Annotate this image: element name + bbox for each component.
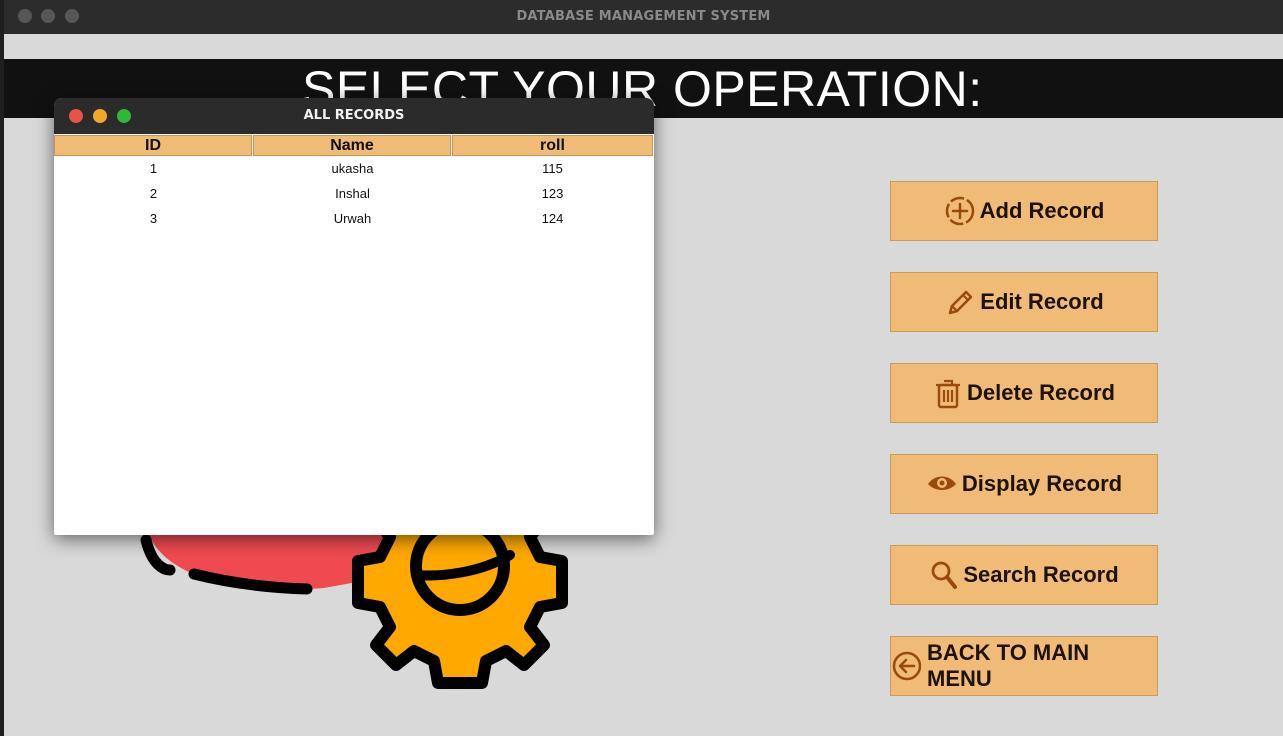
delete-record-label: Delete Record [967,380,1115,405]
column-header-id[interactable]: ID [54,135,252,156]
add-record-button[interactable]: Add Record [890,181,1158,241]
add-record-label: Add Record [979,198,1105,223]
records-window-title: ALL RECORDS [303,108,405,123]
add-circle-icon [944,195,976,227]
magnifier-icon [929,559,959,591]
arrow-left-circle-icon [891,650,923,682]
cell-id: 2 [149,186,158,201]
delete-record-button[interactable]: Delete Record [890,363,1158,423]
back-to-main-menu-button[interactable]: BACK TO MAIN MENU [890,636,1158,696]
cell-name: ukasha [331,161,374,176]
window-title: DATABASE MANAGEMENT SYSTEM [516,9,771,24]
records-table: ID Name roll 1 ukasha 115 2 Inshal 123 3… [54,135,654,231]
edit-record-label: Edit Record [980,289,1104,314]
edit-record-button[interactable]: Edit Record [890,272,1158,332]
column-header-name[interactable]: Name [253,135,451,156]
cell-roll: 124 [541,211,564,226]
display-record-label: Display Record [961,471,1123,496]
cell-roll: 123 [541,186,564,201]
cell-name: Urwah [333,211,372,226]
cell-roll: 115 [542,161,563,176]
display-record-button[interactable]: Display Record [890,454,1158,514]
trash-icon [933,377,963,409]
column-header-roll[interactable]: roll [452,135,653,156]
pencil-icon [944,286,976,318]
table-row[interactable]: 2 Inshal 123 [54,181,654,206]
cell-id: 3 [149,211,158,226]
cell-id: 1 [149,161,158,176]
table-row[interactable]: 3 Urwah 124 [54,206,654,231]
table-header: ID Name roll [54,135,654,156]
cell-name: Inshal [335,186,370,201]
main-titlebar: DATABASE MANAGEMENT SYSTEM [4,0,1283,34]
search-record-label: Search Record [963,562,1119,587]
back-to-main-menu-label: BACK TO MAIN MENU [927,640,1090,691]
eye-icon [926,471,958,497]
table-row[interactable]: 1 ukasha 115 [54,156,654,181]
records-titlebar: ALL RECORDS [54,98,654,134]
search-record-button[interactable]: Search Record [890,545,1158,605]
all-records-window: ALL RECORDS ID Name roll 1 ukasha 115 2 … [54,98,654,535]
